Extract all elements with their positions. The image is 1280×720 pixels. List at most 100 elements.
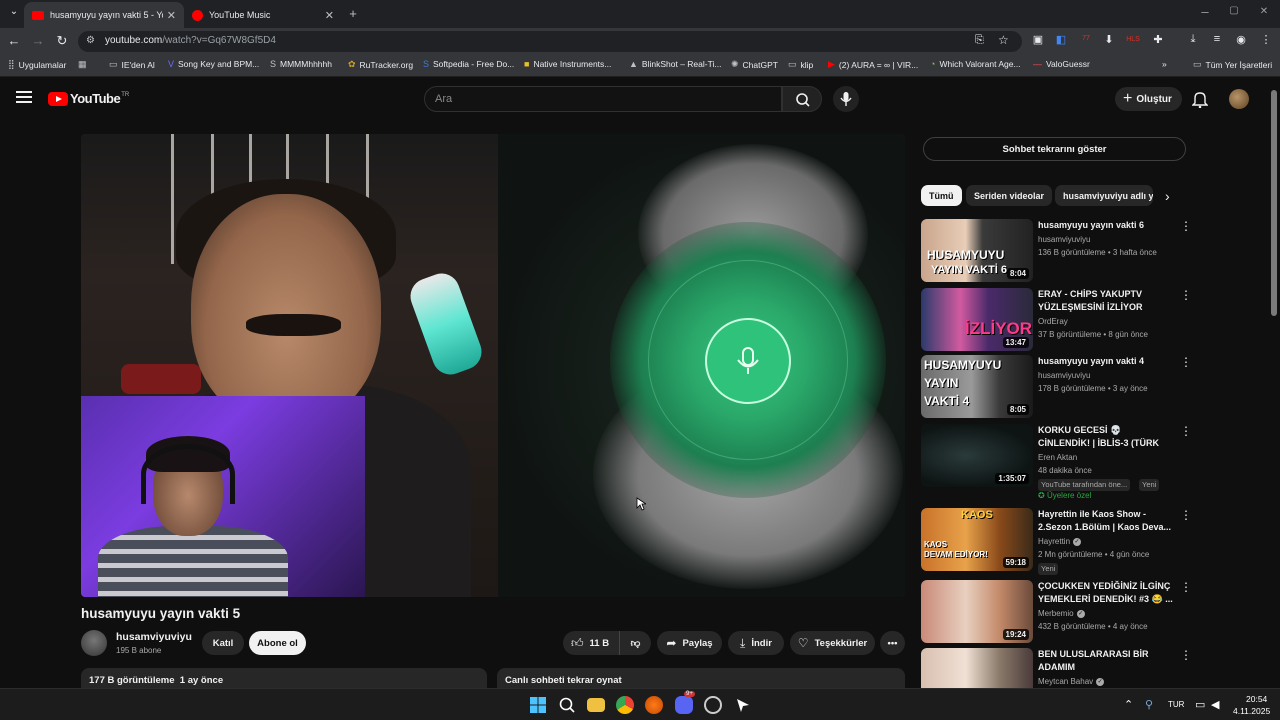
install-app-icon[interactable]: ⎘: [975, 34, 984, 47]
subscribe-button[interactable]: Abone ol: [249, 631, 306, 655]
video-thumbnail[interactable]: 1:35:07: [921, 424, 1033, 487]
channel-avatar[interactable]: [81, 630, 107, 656]
bookmark-all[interactable]: ▭ Tüm Yer İşaretleri: [1193, 59, 1272, 70]
bookmark-klip[interactable]: ▭ klip: [788, 59, 813, 70]
join-button[interactable]: Katıl: [202, 631, 244, 655]
more-vertical-icon[interactable]: ⋮: [1180, 288, 1192, 302]
bookmarks-overflow-icon[interactable]: »: [1162, 59, 1167, 69]
tab-youtube-video[interactable]: husamyuyu yayın vakti 5 - YouTube ✕: [24, 2, 184, 28]
site-info-icon[interactable]: ⚙: [86, 35, 95, 46]
video-thumbnail[interactable]: 19:24: [921, 580, 1033, 643]
chip-channel[interactable]: husamviyuviyu adlı yü: [1055, 185, 1153, 206]
video-thumbnail[interactable]: [921, 648, 1033, 688]
firefox-icon[interactable]: [645, 696, 663, 714]
video-title[interactable]: BEN ULUSLARARASI BİR ADAMIM: [1038, 648, 1174, 674]
clock-time[interactable]: 20:54: [1246, 694, 1267, 704]
close-tab-icon[interactable]: ✕: [167, 9, 176, 22]
tray-mic-icon[interactable]: ⚲: [1145, 698, 1153, 711]
chrome-icon[interactable]: [616, 696, 634, 714]
recommendation-item[interactable]: BEN ULUSLARARASI BİR ADAMIM Meytcan Baha…: [921, 648, 1192, 688]
video-thumbnail[interactable]: HUSAMYUYU YAYIN VAKTİ 4 8:05: [921, 355, 1033, 418]
bookmark-ie[interactable]: ▭ IE'den Al: [109, 59, 155, 70]
profile-icon[interactable]: ◉: [1233, 33, 1249, 46]
maximize-icon[interactable]: ▢: [1226, 5, 1242, 16]
app-arrow-icon[interactable]: [734, 696, 752, 714]
more-vertical-icon[interactable]: ⋮: [1180, 508, 1192, 522]
voice-search-button[interactable]: [833, 86, 859, 112]
more-vertical-icon[interactable]: ⋮: [1180, 424, 1192, 438]
video-thumbnail[interactable]: KAOS KAOS DEVAM EDİYOR! 59:18: [921, 508, 1033, 571]
video-title[interactable]: ERAY - CHİPS YAKUPTV YÜZLEŞMESİNİ İZLİYO…: [1038, 288, 1174, 314]
forward-icon[interactable]: →: [30, 33, 46, 48]
show-chat-replay-button[interactable]: Sohbet tekrarını göster: [923, 137, 1186, 161]
video-thumbnail[interactable]: HUSAMYUYU YAYIN VAKTİ 6 8:04: [921, 219, 1033, 282]
channel-name[interactable]: husamviyuviyu: [116, 631, 192, 643]
file-explorer-icon[interactable]: [587, 698, 605, 712]
recommendation-item[interactable]: 19:24 ÇOCUKKEN YEDİĞİNİZ İLGİNÇ YEMEKLER…: [921, 580, 1192, 644]
windows-start-icon[interactable]: [529, 696, 547, 714]
steam-icon[interactable]: [704, 696, 722, 714]
bookmark-blinkshot[interactable]: ▲ BlinkShot – Real-Ti...: [629, 59, 721, 69]
recommendation-item[interactable]: KAOS KAOS DEVAM EDİYOR! 59:18 Hayrettin …: [921, 508, 1192, 575]
recommendation-item[interactable]: HUSAMYUYU YAYIN VAKTİ 6 8:04 husamyuyu y…: [921, 219, 1192, 283]
page-scrollbar[interactable]: [1271, 90, 1277, 316]
more-vertical-icon[interactable]: ⋮: [1180, 355, 1192, 369]
extension-badge-icon[interactable]: 77: [1078, 35, 1094, 42]
more-vertical-icon[interactable]: ⋮: [1180, 648, 1192, 662]
translate-extension-icon[interactable]: ◧: [1053, 33, 1069, 46]
like-button[interactable]: 👍︎ 11 B: [563, 631, 619, 655]
tab-search-icon[interactable]: ⌄: [6, 6, 22, 17]
more-actions-button[interactable]: •••: [880, 631, 905, 655]
hls-extension-icon[interactable]: HLS: [1125, 36, 1141, 43]
share-button[interactable]: ➦ Paylaş: [657, 631, 722, 655]
video-title[interactable]: husamyuyu yayın vakti 4: [1038, 355, 1174, 368]
reading-list-icon[interactable]: ≡: [1209, 33, 1225, 45]
chrome-menu-icon[interactable]: ⋮: [1258, 33, 1274, 46]
dislike-button[interactable]: 👎︎: [619, 631, 651, 655]
bookmark-chatgpt[interactable]: ✺ ChatGPT: [731, 59, 778, 70]
video-title[interactable]: husamyuyu yayın vakti 6: [1038, 219, 1174, 232]
bookmark-grid[interactable]: ▦: [78, 59, 91, 70]
channel-name[interactable]: Eren Aktan: [1038, 453, 1077, 462]
network-icon[interactable]: ▭: [1195, 698, 1205, 711]
notifications-bell-icon[interactable]: [1191, 90, 1209, 113]
close-tab-icon[interactable]: ✕: [325, 9, 334, 22]
more-vertical-icon[interactable]: ⋮: [1180, 219, 1192, 233]
search-input[interactable]: [435, 93, 765, 105]
address-bar[interactable]: ⚙ youtube.com/watch?v=Gq67W8Gf5D4 ⎘ ☆: [78, 31, 1022, 52]
bookmark-native[interactable]: ■ Native Instruments...: [524, 59, 611, 69]
channel-name[interactable]: Hayrettin ✓: [1038, 537, 1082, 546]
tab-youtube-music[interactable]: YouTube Music ✕: [184, 2, 342, 28]
downloads-icon[interactable]: ⤓: [1185, 33, 1201, 46]
create-button[interactable]: + Oluştur: [1115, 87, 1182, 111]
bookmark-valorant[interactable]: ◔ Which Valorant Age...: [930, 59, 1021, 69]
recommendation-item[interactable]: İZLİYOR 13:47 ERAY - CHİPS YAKUPTV YÜZLE…: [921, 288, 1192, 352]
channel-name[interactable]: OrdEray: [1038, 317, 1068, 326]
new-tab-icon[interactable]: +: [345, 6, 361, 21]
bookmark-mmmm[interactable]: S MMMMhhhhh: [270, 59, 332, 69]
chip-series[interactable]: Seriden videolar: [966, 185, 1053, 206]
bookmark-softpedia[interactable]: S Softpedia - Free Do...: [423, 59, 514, 69]
channel-name[interactable]: husamviyuviyu: [1038, 235, 1090, 244]
video-title[interactable]: KORKU GECESİ 💀 CİNLENDİK! | İBLİS-3 (TÜR…: [1038, 424, 1174, 450]
channel-name[interactable]: Meytcan Bahav ✓: [1038, 677, 1105, 686]
back-icon[interactable]: ←: [6, 33, 22, 48]
keyboard-language[interactable]: TUR: [1168, 700, 1184, 709]
minimize-icon[interactable]: –: [1197, 4, 1213, 19]
video-title[interactable]: Hayrettin ile Kaos Show - 2.Sezon 1.Bölü…: [1038, 508, 1174, 534]
download-button[interactable]: ⤓ İndir: [728, 631, 784, 655]
discord-icon[interactable]: 9+: [675, 691, 695, 714]
bookmark-valoguessr[interactable]: — ValoGuessr: [1033, 59, 1090, 69]
menu-hamburger-icon[interactable]: [16, 91, 32, 103]
youtube-logo[interactable]: YouTube TR: [48, 91, 129, 106]
search-button[interactable]: [782, 86, 822, 112]
chip-all[interactable]: Tümü: [921, 185, 962, 206]
bookmark-apps[interactable]: ⣿ Uygulamalar: [8, 59, 66, 70]
bookmark-rutracker[interactable]: ✿ RuTracker.org: [348, 59, 413, 70]
video-thumbnail[interactable]: İZLİYOR 13:47: [921, 288, 1033, 351]
channel-name[interactable]: husamviyuviyu: [1038, 371, 1090, 380]
video-title[interactable]: ÇOCUKKEN YEDİĞİNİZ İLGİNÇ YEMEKLERİ DENE…: [1038, 580, 1174, 606]
clock-date[interactable]: 4.11.2025: [1233, 706, 1270, 716]
bookmark-star-icon[interactable]: ☆: [998, 33, 1009, 47]
extension-1-icon[interactable]: ▣: [1030, 33, 1046, 46]
